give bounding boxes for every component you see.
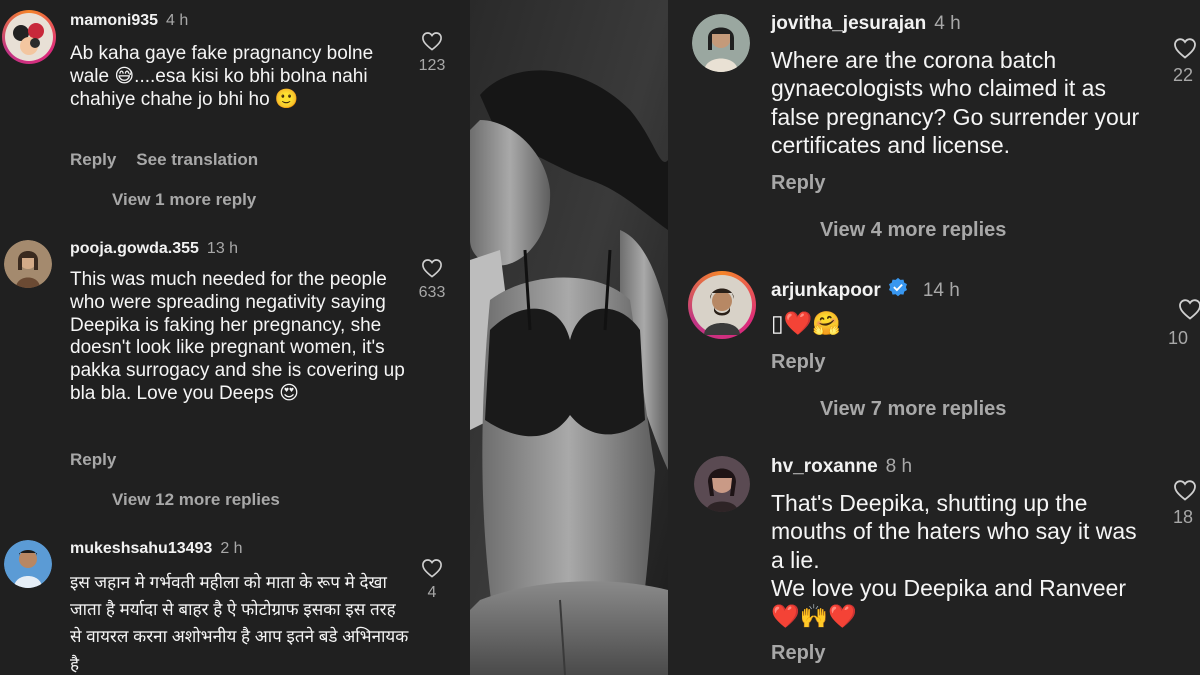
avatar[interactable] xyxy=(4,240,52,288)
heart-outline-icon[interactable] xyxy=(1178,298,1200,320)
avatar[interactable] xyxy=(4,540,52,588)
avatar[interactable] xyxy=(2,10,56,64)
comment-time: 4 h xyxy=(166,12,189,29)
heart-outline-icon[interactable] xyxy=(1173,479,1197,501)
comment-actions: Reply xyxy=(771,351,825,374)
like-count: 18 xyxy=(1173,507,1194,527)
reply-button[interactable]: Reply xyxy=(70,150,116,169)
avatar-image xyxy=(692,275,752,335)
comment-text: This was much needed for the people who … xyxy=(70,269,405,404)
avatar-image xyxy=(5,13,53,61)
heart-outline-icon[interactable] xyxy=(421,258,443,278)
comment-item: hv_roxanne 8 h That's Deepika, shutting u… xyxy=(668,448,1200,675)
reply-button[interactable]: Reply xyxy=(771,642,825,664)
comment-username[interactable]: pooja.gowda.355 13 h xyxy=(70,240,238,258)
view-more-replies-button[interactable]: View 7 more replies xyxy=(820,398,1006,421)
like-control[interactable]: 633 xyxy=(412,258,452,302)
reply-button[interactable]: Reply xyxy=(70,450,116,469)
avatar-image xyxy=(694,456,750,512)
avatar-image xyxy=(4,540,52,588)
comment-actions: Reply xyxy=(70,450,116,470)
left-comments-panel: mamoni935 4 h Ab kaha gaye fake pragnancy… xyxy=(0,0,470,675)
comment-item: mamoni935 4 h Ab kaha gaye fake pragnancy… xyxy=(0,0,470,225)
heart-outline-icon[interactable] xyxy=(1173,37,1197,59)
comment-item: jovitha_jesurajan 4 h Where are the coron… xyxy=(668,0,1200,260)
avatar[interactable] xyxy=(692,14,750,72)
avatar-image xyxy=(4,240,52,288)
comment-time: 4 h xyxy=(934,13,961,34)
right-comments-panel: jovitha_jesurajan 4 h Where are the coron… xyxy=(668,0,1200,675)
photo-strip xyxy=(470,0,668,675)
like-count: 123 xyxy=(418,57,446,74)
heart-outline-icon[interactable] xyxy=(421,31,443,51)
verified-badge-icon xyxy=(888,277,907,297)
comment-time: 13 h xyxy=(206,240,239,257)
like-control[interactable]: 4 xyxy=(412,558,452,602)
avatar[interactable] xyxy=(688,271,756,339)
avatar-image xyxy=(692,14,750,72)
like-control[interactable]: 123 xyxy=(412,31,452,75)
comment-username[interactable]: hv_roxanne 8 h xyxy=(771,456,912,478)
avatar[interactable] xyxy=(694,456,750,512)
comment-username[interactable]: jovitha_jesurajan 4 h xyxy=(771,13,961,35)
comment-username[interactable]: mukeshsahu13493 2 h xyxy=(70,540,243,558)
see-translation-button[interactable]: See translation xyxy=(136,150,258,169)
comment-username[interactable]: mamoni935 4 h xyxy=(70,12,188,30)
comment-item: arjunkapoor 14 h ▯❤️🤗 Reply View 7 more r… xyxy=(668,265,1200,445)
comment-text: Ab kaha gaye fake pragnancy bolne wale 😅… xyxy=(70,43,374,110)
like-control[interactable]: 22 xyxy=(1173,37,1200,86)
comment-text: ▯❤️🤗 xyxy=(771,310,841,336)
like-control[interactable]: 10 xyxy=(1168,298,1200,349)
heart-outline-icon[interactable] xyxy=(421,558,443,578)
comment-item: mukeshsahu13493 2 h इस जहान मे गर्भवती मह… xyxy=(0,528,470,675)
like-control[interactable]: 18 xyxy=(1173,479,1200,528)
reply-button[interactable]: Reply xyxy=(771,351,825,373)
comment-username[interactable]: arjunkapoor 14 h xyxy=(771,277,960,302)
comment-actions: Reply See translation xyxy=(70,150,258,170)
comment-time: 14 h xyxy=(922,280,960,301)
comment-item: pooja.gowda.355 13 h This was much needed… xyxy=(0,228,470,523)
comment-time: 2 h xyxy=(220,540,243,557)
comment-text: इस जहान मे गर्भवती महीला को माता के रूप … xyxy=(70,573,409,674)
view-more-replies-button[interactable]: View 1 more reply xyxy=(112,190,256,210)
comment-actions: Reply xyxy=(771,172,825,195)
like-count: 22 xyxy=(1173,65,1194,85)
reply-button[interactable]: Reply xyxy=(771,172,825,194)
comment-text: Where are the corona batch gynaecologist… xyxy=(771,47,1140,158)
like-count: 10 xyxy=(1168,328,1189,348)
comment-time: 8 h xyxy=(885,456,913,477)
monochrome-photo xyxy=(470,0,668,675)
view-more-replies-button[interactable]: View 12 more replies xyxy=(112,490,280,510)
view-more-replies-button[interactable]: View 4 more replies xyxy=(820,219,1006,242)
comment-actions: Reply xyxy=(771,642,825,665)
comment-text: That's Deepika, shutting up the mouths o… xyxy=(771,490,1137,630)
like-count: 4 xyxy=(427,584,437,601)
like-count: 633 xyxy=(418,284,446,301)
